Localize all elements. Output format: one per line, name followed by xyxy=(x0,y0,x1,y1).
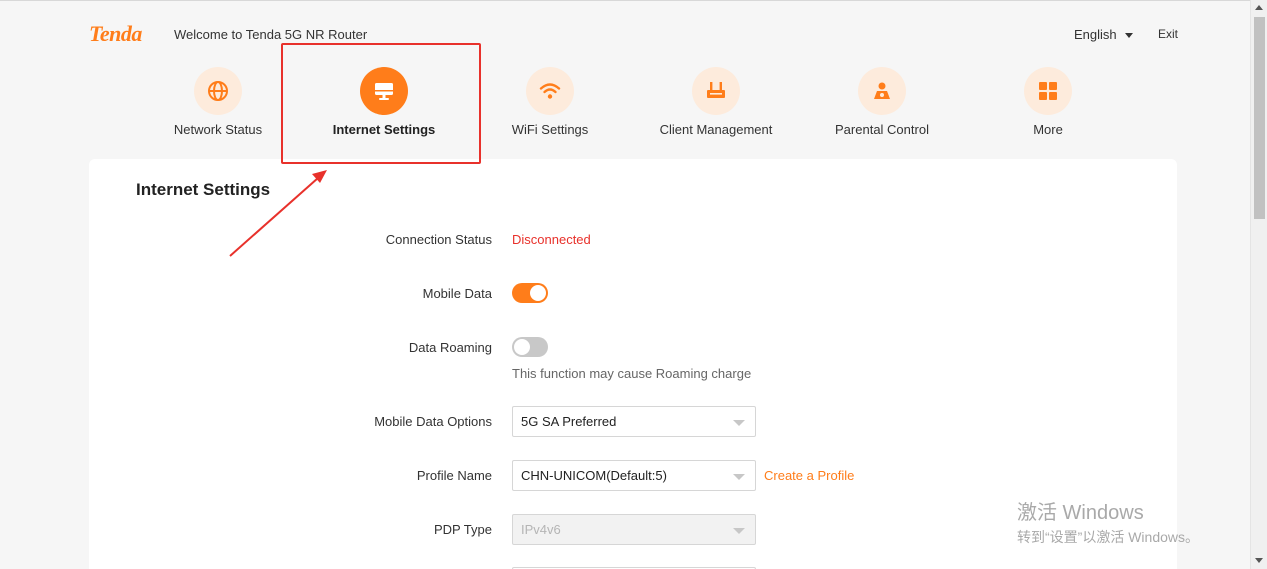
language-label: English xyxy=(1074,27,1117,42)
nav-label: Client Management xyxy=(659,122,773,137)
data-roaming-toggle[interactable] xyxy=(512,337,548,357)
data-roaming-label: Data Roaming xyxy=(408,340,492,355)
chevron-down-icon xyxy=(733,474,745,480)
toggle-knob xyxy=(514,339,530,355)
select-value: IPv4v6 xyxy=(521,522,561,537)
language-dropdown[interactable]: English xyxy=(1074,27,1133,42)
mobile-data-toggle[interactable] xyxy=(512,283,548,303)
scroll-down-icon[interactable] xyxy=(1255,558,1263,563)
welcome-text: Welcome to Tenda 5G NR Router xyxy=(174,27,368,42)
pdp-type-select: IPv4v6 xyxy=(512,514,756,545)
parental-icon xyxy=(858,67,906,115)
scroll-up-icon[interactable] xyxy=(1255,5,1263,10)
monitor-icon xyxy=(360,67,408,115)
nav-internet-settings[interactable]: Internet Settings xyxy=(301,67,467,137)
pdp-type-label: PDP Type xyxy=(433,522,492,537)
create-profile-link[interactable]: Create a Profile xyxy=(764,468,854,483)
select-value: 5G SA Preferred xyxy=(521,414,617,429)
nav-more[interactable]: More xyxy=(965,67,1131,137)
connection-status-value: Disconnected xyxy=(512,232,591,247)
nav-label: Internet Settings xyxy=(332,122,436,137)
chevron-down-icon xyxy=(733,420,745,426)
nav-label: WiFi Settings xyxy=(511,122,589,137)
top-divider xyxy=(0,0,1250,1)
nav-label: Parental Control xyxy=(835,122,929,137)
nav-label: More xyxy=(1033,122,1063,137)
nav-wifi-settings[interactable]: WiFi Settings xyxy=(467,67,633,137)
grid-icon xyxy=(1024,67,1072,115)
exit-link[interactable]: Exit xyxy=(1158,27,1178,41)
profile-name-label: Profile Name xyxy=(416,468,492,483)
mobile-data-options-label: Mobile Data Options xyxy=(374,414,492,429)
tenda-logo: Tenda xyxy=(89,21,142,46)
page-title: Internet Settings xyxy=(136,180,271,199)
chevron-down-icon xyxy=(1124,32,1133,38)
globe-icon xyxy=(194,67,242,115)
router-icon xyxy=(692,67,740,115)
wifi-icon xyxy=(526,67,574,115)
nav-client-management[interactable]: Client Management xyxy=(633,67,799,137)
nav-parental-control[interactable]: Parental Control xyxy=(799,67,965,137)
mobile-data-label: Mobile Data xyxy=(422,286,492,301)
settings-card xyxy=(89,159,1177,569)
mobile-data-options-select[interactable]: 5G SA Preferred xyxy=(512,406,756,437)
toggle-knob xyxy=(530,285,546,301)
nav-label: Network Status xyxy=(173,122,263,137)
select-value: CHN-UNICOM(Default:5) xyxy=(521,468,667,483)
data-roaming-hint: This function may cause Roaming charge xyxy=(512,366,752,381)
connection-status-label: Connection Status xyxy=(385,232,492,247)
profile-name-select[interactable]: CHN-UNICOM(Default:5) xyxy=(512,460,756,491)
page-scrollbar[interactable] xyxy=(1250,0,1267,569)
chevron-down-icon xyxy=(733,528,745,534)
nav-network-status[interactable]: Network Status xyxy=(135,67,301,137)
scroll-thumb[interactable] xyxy=(1254,17,1265,219)
